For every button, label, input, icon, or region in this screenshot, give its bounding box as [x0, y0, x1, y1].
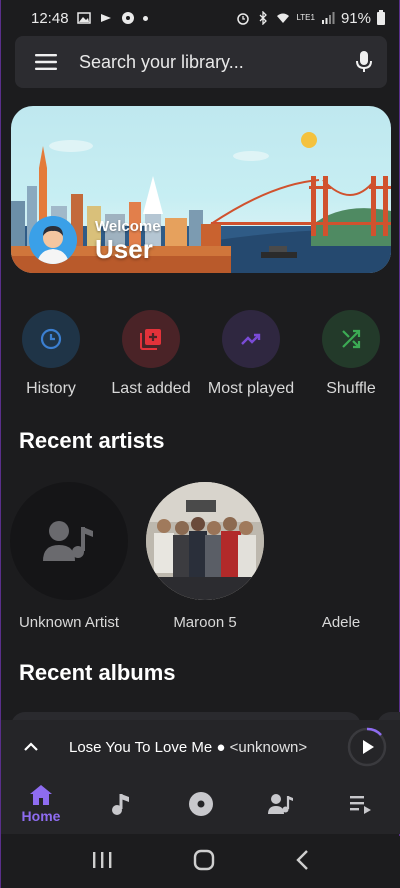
shuffle-icon[interactable]: [322, 310, 380, 368]
recent-apps-icon[interactable]: [91, 850, 113, 875]
bluetooth-icon: [259, 11, 268, 25]
playlist-icon: [350, 796, 371, 814]
tab-songs[interactable]: [81, 774, 161, 834]
battery-percent: 91%: [340, 9, 371, 27]
music-note-icon: [112, 794, 129, 815]
artist-photo[interactable]: [146, 482, 264, 600]
artist-item[interactable]: Maroon 5: [135, 482, 275, 631]
trending-up-icon[interactable]: [222, 310, 280, 368]
shuffle-button[interactable]: Shuffle: [301, 310, 400, 398]
play-button[interactable]: [347, 727, 387, 767]
battery-icon: [377, 9, 385, 25]
now-playing-title: Lose You To Love Me: [69, 738, 213, 756]
image-icon: [76, 12, 91, 24]
system-nav-bar: [1, 836, 400, 888]
welcome-banner[interactable]: Welcome User: [11, 106, 391, 273]
cast-icon: [100, 14, 111, 22]
signal-icon: [321, 12, 335, 24]
history-button[interactable]: History: [1, 310, 101, 398]
recent-artists-list: Unknown Artist Maroon 5 Adele: [1, 482, 400, 642]
last-added-label: Last added: [111, 380, 191, 397]
artist-name: Unknown Artist: [18, 614, 120, 631]
most-played-label: Most played: [207, 380, 295, 397]
home-icon: [30, 785, 52, 805]
tab-home-label: Home: [21, 808, 61, 824]
microphone-icon[interactable]: [355, 50, 373, 74]
notification-dot-icon: [142, 15, 148, 21]
quick-actions: History Last added Most played Shuffle: [1, 310, 400, 405]
tab-playlists[interactable]: [321, 774, 400, 834]
recent-artists-title: Recent artists: [19, 428, 165, 453]
app-frame: 12:48 LTE1 91% Search your library... We…: [0, 0, 400, 888]
album-disc-icon: [189, 792, 213, 816]
mini-player[interactable]: Lose You To Love Me ● <unknown>: [1, 720, 400, 774]
status-bar: 12:48 LTE1 91%: [1, 0, 399, 36]
welcome-greeting: Welcome: [95, 218, 161, 235]
artist-name: Adele: [321, 614, 361, 631]
status-time: 12:48: [31, 9, 69, 27]
welcome-user-name: User: [95, 234, 153, 264]
artist-item[interactable]: Adele: [271, 482, 400, 631]
chevron-up-icon[interactable]: [23, 742, 39, 752]
library-add-icon[interactable]: [122, 310, 180, 368]
bottom-nav: Home: [1, 774, 400, 834]
most-played-button[interactable]: Most played: [201, 310, 301, 398]
network-label: LTE1: [296, 13, 315, 22]
tab-albums[interactable]: [161, 774, 241, 834]
play-icon: [363, 740, 374, 754]
shuffle-label: Shuffle: [326, 380, 376, 397]
artist-photo[interactable]: [282, 482, 400, 600]
now-playing-text[interactable]: Lose You To Love Me ● <unknown>: [69, 739, 347, 756]
clock-icon[interactable]: [22, 310, 80, 368]
artist-icon: [268, 794, 293, 814]
artist-item[interactable]: Unknown Artist: [0, 482, 139, 631]
now-playing-artist: <unknown>: [229, 738, 308, 756]
avatar[interactable]: [29, 216, 77, 264]
recent-albums-title: Recent albums: [19, 660, 176, 685]
back-icon[interactable]: [295, 849, 311, 876]
search-input[interactable]: Search your library...: [79, 52, 355, 73]
home-system-icon[interactable]: [193, 849, 215, 876]
artist-name: Maroon 5: [173, 614, 237, 631]
search-bar[interactable]: Search your library...: [15, 36, 387, 88]
disc-status-icon: [121, 12, 134, 24]
now-playing-separator: ●: [216, 738, 226, 756]
alarm-icon: [237, 13, 250, 25]
artist-placeholder-icon[interactable]: [10, 482, 128, 600]
history-label: History: [26, 380, 76, 397]
menu-icon[interactable]: [35, 53, 57, 71]
tab-artists[interactable]: [241, 774, 321, 834]
wifi-icon: [277, 13, 290, 23]
tab-home[interactable]: Home: [1, 774, 81, 834]
last-added-button[interactable]: Last added: [101, 310, 201, 398]
